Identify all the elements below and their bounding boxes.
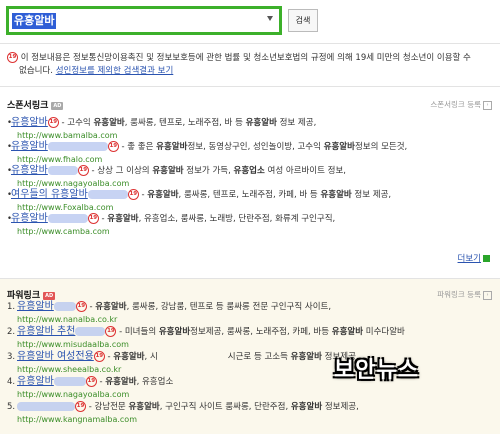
obscured-text bbox=[47, 214, 88, 223]
result-number: 2. bbox=[7, 327, 16, 337]
result-entry: •여우들의 유흥알바 19 - 유흥알바, 룸싸롱, 텐프로, 노래주점, 카페,… bbox=[7, 188, 493, 214]
result-title-link[interactable]: 유흥알바 bbox=[17, 301, 54, 312]
result-entry: •유흥알바 19 - 유흥알바, 유흥업소, 룸싸롱, 노래방, 단란주점, 화류… bbox=[7, 212, 493, 238]
divider bbox=[0, 43, 500, 44]
obscured-text bbox=[75, 327, 106, 336]
powerlink-register-link[interactable]: 파워링크 등록 › bbox=[437, 289, 492, 300]
result-number: 5. bbox=[7, 402, 16, 412]
search-input-selection[interactable]: 유흥알바 bbox=[12, 13, 57, 29]
result-entry: 4. 유흥알바 19 - 유흥알바, 유흥업소 http://www.nagayoal… bbox=[7, 375, 493, 401]
result-title-link[interactable]: 유흥알바 bbox=[11, 165, 48, 176]
arrow-icon: › bbox=[483, 100, 492, 110]
result-entry: •유흥알바 19 - 고수익 유흥알바, 룸싸롱, 텐프로, 노래주점, 바 등 … bbox=[7, 116, 493, 142]
watermark-logo: 보안뉴스 bbox=[334, 358, 419, 383]
result-title-link[interactable]: 유흥알바 bbox=[11, 117, 48, 128]
result-number: 3. bbox=[7, 352, 16, 362]
search-button[interactable]: 검색 bbox=[288, 9, 318, 32]
result-title-link[interactable]: 유흥알바 bbox=[11, 141, 48, 152]
result-url[interactable]: http://www.kangnamalba.com bbox=[7, 414, 493, 426]
search-box[interactable]: 유흥알바 bbox=[6, 6, 282, 35]
age-19-icon: 19 bbox=[93, 351, 105, 362]
result-number: 4. bbox=[7, 377, 16, 387]
arrow-icon: › bbox=[483, 290, 492, 300]
obscured-text bbox=[17, 402, 75, 411]
result-entry: •유흥알바 19 - 상상 그 이상의 유흥알바 정보가 가득, 유흥업소 여성 … bbox=[7, 164, 493, 190]
obscured-text bbox=[47, 142, 108, 151]
result-entry: •유흥알바 19 - 좋 좋은 유흥알바정보, 동영상구인, 성인놀이방, 고수익… bbox=[7, 140, 493, 166]
more-icon bbox=[483, 255, 490, 262]
result-entry: 3. 유흥알바 여성전용 19 - 유흥알바, 시 시근로 등 고소득 유흥알바 정보… bbox=[7, 350, 493, 376]
age-19-icon: 19 bbox=[127, 189, 139, 200]
obscured-text bbox=[47, 166, 78, 175]
result-number: 1. bbox=[7, 302, 16, 312]
age-notice: 19 이 정보내용은 정보통신망이용촉진 및 정보보호등에 관한 법률 및 청소… bbox=[7, 52, 471, 76]
obscured-text bbox=[87, 190, 128, 199]
result-entry: 2. 유흥알바 추천 19 - 미녀들의 유흥알바정보제공, 룸싸롱, 노래주점, … bbox=[7, 325, 493, 351]
result-title-link[interactable]: 유흥알바 여성전용 bbox=[17, 351, 94, 362]
divider bbox=[0, 86, 500, 87]
result-entry: 5. 19 - 강남전문 유흥알바, 구인구직 사이트 룸싸롱, 단란주점, 유흥… bbox=[7, 400, 493, 426]
ad-badge: AD bbox=[51, 101, 64, 110]
divider bbox=[0, 278, 500, 279]
age-19-icon: 19 bbox=[85, 376, 97, 387]
adult-exclude-link[interactable]: 성인정보를 제외한 검색결과 보기 bbox=[56, 66, 174, 76]
age-19-icon: 19 bbox=[77, 165, 89, 176]
age-19-icon: 19 bbox=[87, 213, 99, 224]
age-19-icon: 19 bbox=[107, 141, 119, 152]
result-url[interactable]: http://www.camba.com bbox=[7, 226, 493, 238]
more-link[interactable]: 더보기 bbox=[458, 252, 490, 264]
sponsor-register-link[interactable]: 스폰서링크 등록 › bbox=[430, 99, 492, 110]
obscured-text bbox=[158, 352, 228, 361]
age-19-icon: 19 bbox=[75, 301, 87, 312]
age-19-icon: 19 bbox=[7, 52, 18, 63]
ad-badge: AD bbox=[43, 291, 56, 300]
obscured-text bbox=[53, 302, 76, 311]
sponsor-section-title: 스폰서링크 AD bbox=[7, 101, 64, 111]
age-19-icon: 19 bbox=[75, 401, 86, 412]
result-title-link[interactable]: 유흥알바 bbox=[17, 376, 54, 387]
age-19-icon: 19 bbox=[47, 117, 59, 128]
age-19-icon: 19 bbox=[105, 326, 117, 337]
result-title-link[interactable]: 여우들의 유흥알바 bbox=[11, 189, 88, 200]
result-title-link[interactable]: 유흥알바 추천 bbox=[17, 326, 75, 337]
result-entry: 1. 유흥알바 19 - 유흥알바, 룸싸롱, 강남룸, 텐프로 등 룸싸롱 전문 … bbox=[7, 300, 493, 326]
obscured-text bbox=[53, 377, 86, 386]
result-title-link[interactable]: 유흥알바 bbox=[11, 213, 48, 224]
chevron-down-icon[interactable] bbox=[267, 16, 273, 21]
